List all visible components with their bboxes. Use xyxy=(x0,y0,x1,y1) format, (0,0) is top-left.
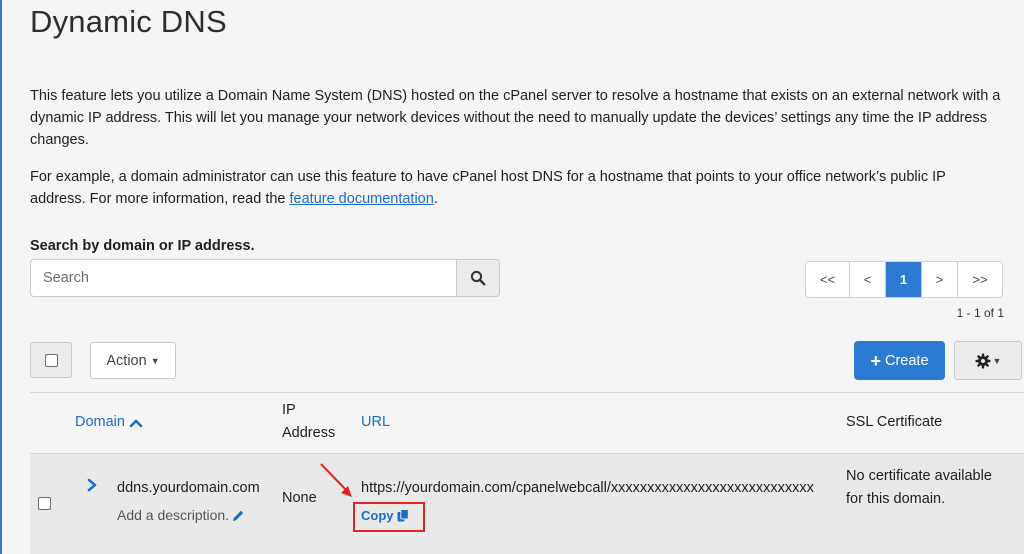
copy-label: Copy xyxy=(361,508,394,523)
column-header-domain[interactable]: Domain xyxy=(75,411,143,434)
intro-paragraph: This feature lets you utilize a Domain N… xyxy=(30,88,1001,148)
result-count: 1 - 1 of 1 xyxy=(956,306,1004,320)
row-ssl-status: No certificate available for this domain… xyxy=(846,468,992,507)
description-label: Add a description. xyxy=(117,507,230,523)
gear-icon xyxy=(975,353,991,368)
column-header-ip-address: IP Address xyxy=(282,399,335,445)
search-label: Search by domain or IP address. xyxy=(30,238,255,254)
page-title: Dynamic DNS xyxy=(30,4,227,39)
create-label: Create xyxy=(884,352,929,369)
search-icon xyxy=(470,270,486,286)
prev-page-button[interactable]: < xyxy=(850,262,886,297)
pencil-icon xyxy=(233,510,244,521)
column-header-url[interactable]: URL xyxy=(361,411,390,434)
column-header-ssl-certificate: SSL Certificate xyxy=(846,414,943,430)
table-top-divider xyxy=(30,392,1024,393)
ip-header-line2: Address xyxy=(282,425,336,441)
copy-icon xyxy=(397,509,409,522)
current-page-button[interactable]: 1 xyxy=(886,262,922,297)
select-all-checkbox[interactable] xyxy=(30,342,72,378)
dynamic-dns-page: Dynamic DNS This feature lets you utiliz… xyxy=(0,0,1024,554)
settings-dropdown-button[interactable]: ▼ xyxy=(954,341,1022,380)
last-page-button[interactable]: >> xyxy=(958,262,1002,297)
search-input[interactable] xyxy=(30,259,456,297)
caret-down-icon: ▼ xyxy=(992,355,1002,366)
ip-header-line1: IP xyxy=(282,402,296,418)
next-page-button[interactable]: > xyxy=(922,262,958,297)
add-description-link[interactable]: Add a description. xyxy=(117,507,245,523)
left-accent-rule xyxy=(0,0,2,554)
plus-icon: + xyxy=(870,350,881,371)
annotation-arrow xyxy=(320,463,352,497)
checkbox-box xyxy=(44,353,58,367)
first-page-button[interactable]: << xyxy=(806,262,850,297)
action-label: Action xyxy=(106,352,147,369)
create-button[interactable]: + Create xyxy=(854,341,945,380)
action-dropdown-button[interactable]: Action ▼ xyxy=(90,342,176,379)
caret-down-icon: ▼ xyxy=(150,355,160,366)
pagination: << < 1 > >> xyxy=(805,261,1003,298)
row-checkbox[interactable] xyxy=(38,497,51,510)
example-paragraph: For example, a domain administrator can … xyxy=(30,166,1005,210)
search-group xyxy=(30,259,500,297)
search-button[interactable] xyxy=(456,259,500,297)
feature-documentation-link[interactable]: feature documentation xyxy=(290,191,434,207)
example-text: For example, a domain administrator can … xyxy=(30,169,946,207)
domain-header-label: Domain xyxy=(75,414,125,430)
row-domain: ddns.yourdomain.com xyxy=(117,480,260,496)
example-end: . xyxy=(433,191,438,207)
sort-ascending-icon xyxy=(129,419,143,427)
copy-url-button[interactable]: Copy xyxy=(361,508,409,523)
row-url: https://yourdomain.com/cpanelwebcall/xxx… xyxy=(361,480,814,496)
checkbox-box xyxy=(38,497,51,510)
row-ip-address: None xyxy=(282,490,317,506)
expand-row-chevron-icon[interactable] xyxy=(87,478,97,497)
